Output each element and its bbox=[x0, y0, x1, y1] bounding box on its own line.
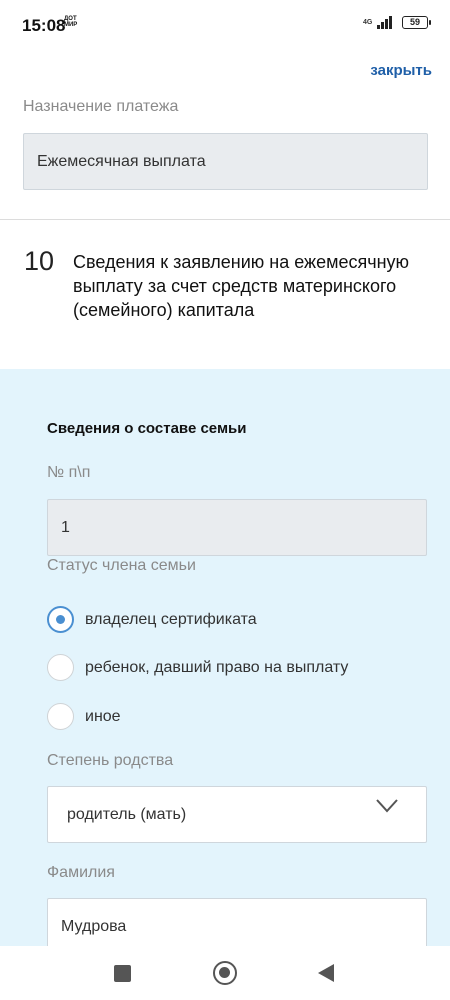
signal-icon bbox=[377, 16, 392, 29]
radio-child-entitled[interactable]: ребенок, давший право на выплату bbox=[47, 654, 348, 681]
member-status-label: Статус члена семьи bbox=[47, 557, 196, 574]
system-nav-bar bbox=[0, 946, 450, 1000]
index-field: 1 bbox=[47, 499, 427, 556]
radio-label: иное bbox=[85, 707, 121, 725]
radio-unchecked-icon[interactable] bbox=[47, 703, 74, 730]
relation-value: родитель (мать) bbox=[67, 805, 187, 823]
index-label: № п\п bbox=[47, 464, 91, 481]
section-number: 10 bbox=[24, 246, 55, 276]
payment-purpose-field: Ежемесячная выплата bbox=[23, 133, 428, 190]
circle-icon[interactable] bbox=[213, 961, 237, 985]
status-operator: ДОТ МИР bbox=[64, 16, 78, 28]
battery-level: 59 bbox=[409, 17, 420, 27]
status-bar: 15:08 ДОТ МИР 4G 59 bbox=[0, 0, 450, 50]
payment-purpose-label: Назначение платежа bbox=[23, 98, 179, 115]
square-icon[interactable] bbox=[114, 965, 131, 982]
payment-purpose-value: Ежемесячная выплата bbox=[37, 152, 206, 170]
index-value: 1 bbox=[61, 518, 70, 536]
radio-unchecked-icon[interactable] bbox=[47, 654, 74, 681]
radio-checked-icon[interactable] bbox=[47, 606, 74, 633]
radio-label: ребенок, давший право на выплату bbox=[85, 658, 349, 676]
close-link[interactable]: закрыть bbox=[370, 62, 432, 79]
radio-other[interactable]: иное bbox=[47, 703, 121, 730]
surname-value: Мудрова bbox=[61, 917, 127, 935]
divider bbox=[0, 219, 450, 220]
relation-select[interactable]: родитель (мать) bbox=[47, 786, 427, 843]
section-title: Сведения к заявлению на ежемесячную выпл… bbox=[73, 252, 410, 320]
triangle-back-icon[interactable] bbox=[318, 964, 334, 982]
network-type: 4G bbox=[363, 19, 373, 26]
relation-label: Степень родства bbox=[47, 752, 174, 769]
status-time: 15:08 bbox=[22, 16, 66, 35]
radio-certificate-owner[interactable]: владелец сертификата bbox=[47, 606, 257, 633]
radio-label: владелец сертификата bbox=[85, 610, 257, 628]
family-section-title: Сведения о составе семьи bbox=[47, 420, 247, 437]
battery-icon: 59 bbox=[402, 16, 431, 29]
chevron-down-icon bbox=[376, 799, 398, 813]
status-indicators: 4G 59 bbox=[363, 16, 431, 29]
surname-label: Фамилия bbox=[47, 864, 115, 881]
